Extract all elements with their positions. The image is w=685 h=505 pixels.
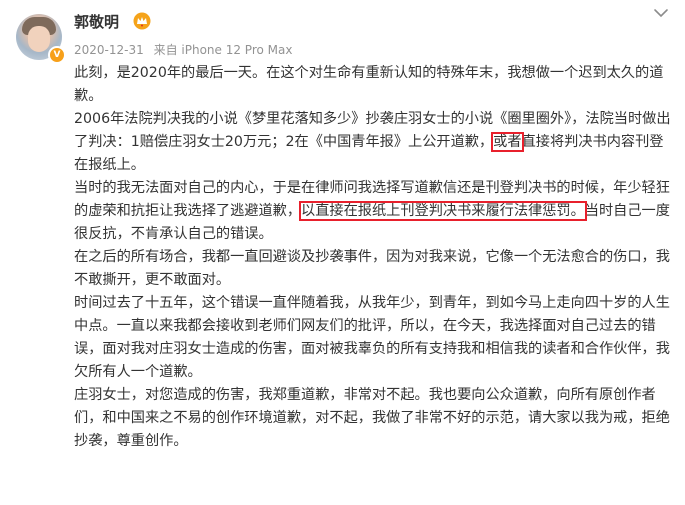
- post-body: 此刻，是2020年的最后一天。在这个对生命有重新认知的特殊年末，我想做一个迟到太…: [74, 62, 674, 453]
- paragraph-4: 在之后的所有场合，我都一直回避谈及抄袭事件，因为对我来说，它像一个无法愈合的伤口…: [74, 249, 670, 288]
- post-source: 来自 iPhone 12 Pro Max: [153, 43, 293, 57]
- highlight-box-1: 或者: [491, 132, 524, 152]
- paragraph-3: 当时的我无法面对自己的内心，于是在律师问我选择写道歉信还是刊登判决书的时候，年少…: [74, 177, 674, 246]
- verified-badge-icon: V: [48, 46, 66, 64]
- post-meta: 2020-12-31 来自 iPhone 12 Pro Max: [74, 41, 298, 58]
- author-name[interactable]: 郭敬明: [74, 11, 119, 32]
- post-header: V 郭敬明 2020-12-31 来自 iPhone 12 Pro Max: [0, 0, 685, 64]
- avatar-face: [28, 26, 50, 52]
- paragraph-6: 庄羽女士，对您造成的伤害，我郑重道歉，非常对不起。我也要向公众道歉，向所有原创作…: [74, 387, 670, 449]
- avatar[interactable]: V: [16, 14, 66, 64]
- paragraph-2: 2006年法院判决我的小说《梦里花落知多少》抄袭庄羽女士的小说《圈里圈外》，法院…: [74, 108, 674, 177]
- paragraph-1: 此刻，是2020年的最后一天。在这个对生命有重新认知的特殊年末，我想做一个迟到太…: [74, 65, 664, 104]
- chevron-down-icon[interactable]: [653, 6, 669, 20]
- post-date: 2020-12-31: [74, 43, 144, 57]
- paragraph-5: 时间过去了十五年，这个错误一直伴随着我，从我年少，到青年，到如今马上走向四十岁的…: [74, 295, 670, 380]
- highlight-box-2: 以直接在报纸上刊登判决书来履行法律惩罚。: [299, 201, 587, 221]
- vip-crown-icon[interactable]: [133, 12, 151, 30]
